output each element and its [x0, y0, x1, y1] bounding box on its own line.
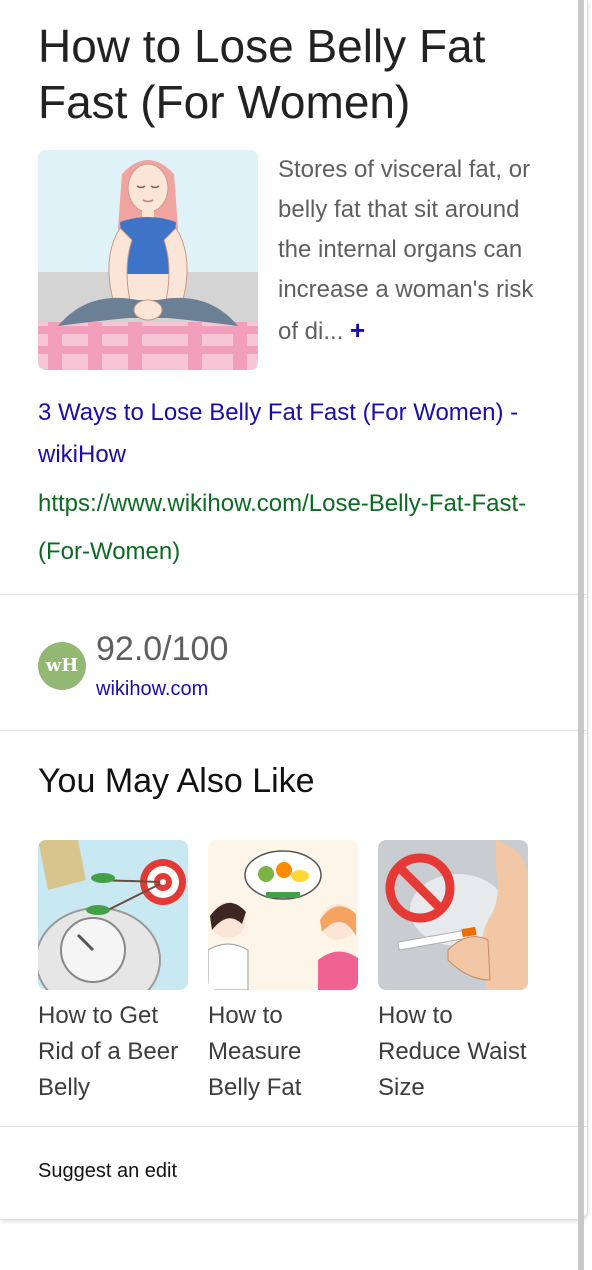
related-label: How to Get Rid of a Beer Belly: [38, 1002, 179, 1101]
related-thumbnail: [208, 840, 358, 990]
rating-score: 92.0/100: [96, 630, 229, 668]
article-snippet: Stores of visceral fat, or belly fat tha…: [278, 150, 548, 352]
article-thumbnail[interactable]: [38, 150, 258, 370]
divider: [0, 594, 588, 595]
related-heading: You May Also Like: [38, 762, 315, 800]
snippet-text: Stores of visceral fat, or belly fat tha…: [278, 156, 534, 345]
source-domain-link[interactable]: wikihow.com: [96, 678, 208, 701]
panel-title: How to Lose Belly Fat Fast (For Women): [38, 20, 486, 128]
source-url[interactable]: https://www.wikihow.com/Lose-Belly-Fat-F…: [38, 480, 538, 576]
related-label: How to Measure Belly Fat: [208, 1002, 302, 1101]
related-item[interactable]: How to Get Rid of a Beer Belly: [38, 840, 188, 1106]
related-item[interactable]: How to Measure Belly Fat: [208, 840, 358, 1106]
related-label: How to Reduce Waist Size: [378, 1002, 527, 1101]
knowledge-panel: How to Lose Belly Fat Fast (For Women) S…: [0, 0, 588, 1220]
doctor-patient-icon: [208, 840, 358, 990]
expand-plus-icon[interactable]: +: [350, 315, 365, 345]
no-smoking-icon: [378, 840, 528, 990]
divider: [0, 1126, 588, 1127]
scale-target-icon: [38, 840, 188, 990]
meditating-woman-icon: [38, 150, 258, 370]
scrollbar[interactable]: [578, 0, 584, 1270]
suggest-edit-link[interactable]: Suggest an edit: [38, 1160, 177, 1183]
divider: [0, 730, 588, 731]
related-thumbnail: [378, 840, 528, 990]
wikihow-logo-icon: wH: [38, 642, 86, 690]
related-thumbnail: [38, 840, 188, 990]
related-item[interactable]: How to Reduce Waist Size: [378, 840, 528, 1106]
source-title-link[interactable]: 3 Ways to Lose Belly Fat Fast (For Women…: [38, 392, 563, 476]
